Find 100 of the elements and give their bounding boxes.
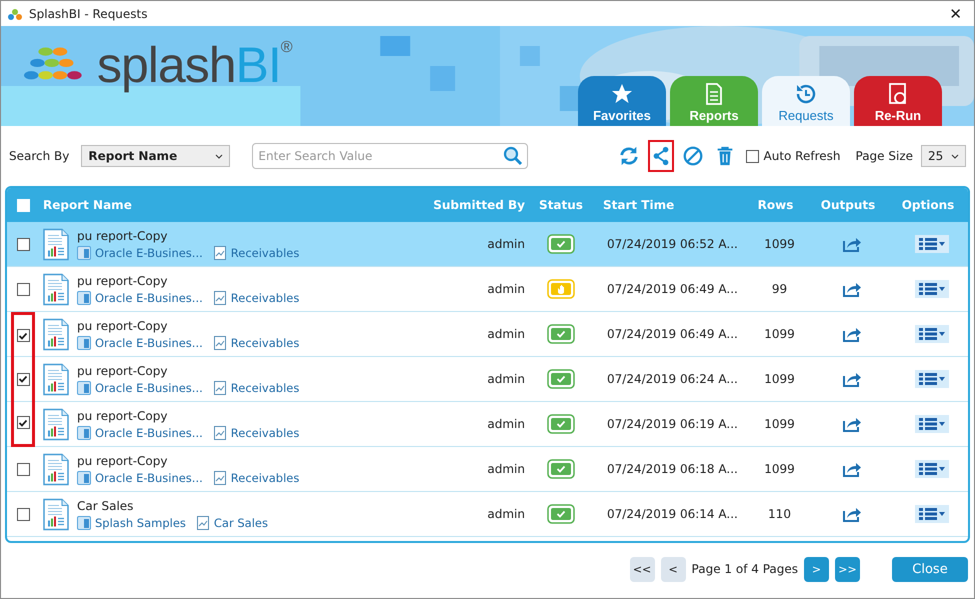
report-icon <box>43 498 69 530</box>
next-page-button[interactable]: > <box>804 556 829 582</box>
logo-text: splashBI$^{®}$ <box>97 40 292 90</box>
table-row[interactable]: pu report-Copy Oracle E-Busines... Receivables admin 07/24/2019 06:49 A... 99 <box>7 267 968 312</box>
caret-icon <box>951 154 959 158</box>
page-size-dropdown[interactable]: 25 <box>921 145 966 167</box>
row-checkbox[interactable] <box>16 508 30 520</box>
export-icon[interactable] <box>843 236 861 252</box>
options-menu-button[interactable] <box>915 505 949 523</box>
previous-page-button[interactable]: < <box>660 556 686 582</box>
report-category-icon <box>212 246 227 260</box>
list-menu-icon <box>918 372 946 386</box>
column-header: Options <box>902 198 954 212</box>
options-menu-button[interactable] <box>915 415 949 433</box>
report-name: pu report-Copy <box>77 228 168 242</box>
row-checkbox[interactable] <box>16 416 30 429</box>
data-source-icon <box>77 336 91 350</box>
report-icon <box>43 362 69 396</box>
list-menu-icon <box>918 282 946 296</box>
last-page-button[interactable]: >> <box>835 556 860 582</box>
auto-refresh-checkbox[interactable] <box>746 150 758 162</box>
export-icon[interactable] <box>843 416 861 432</box>
row-count: 1099 <box>764 417 795 431</box>
options-menu-button[interactable] <box>915 460 949 478</box>
tab-icon <box>610 82 634 106</box>
export-icon[interactable] <box>843 461 861 477</box>
window-title: SplashBI - Requests <box>29 6 148 20</box>
select-all-checkbox[interactable] <box>16 198 30 212</box>
start-time: 07/24/2019 06:49 A... <box>607 282 738 296</box>
report-category[interactable]: Receivables <box>230 380 300 394</box>
data-source[interactable]: Oracle E-Busines... <box>95 336 203 350</box>
close-button[interactable]: Close <box>892 556 968 582</box>
row-count: 99 <box>772 282 788 296</box>
search-icon[interactable] <box>503 146 524 166</box>
table-row[interactable]: pu report-Copy Oracle E-Busines... Receivables admin 07/24/2019 06:18 A... 1099 <box>7 447 968 492</box>
report-name: pu report-Copy <box>77 408 168 422</box>
report-category[interactable]: Receivables <box>230 426 300 440</box>
row-checkbox[interactable] <box>16 462 30 476</box>
start-time: 07/24/2019 06:14 A... <box>607 507 738 521</box>
data-source-icon <box>77 290 91 304</box>
data-source[interactable]: Oracle E-Busines... <box>95 246 203 260</box>
close-icon[interactable]: ✕ <box>949 4 962 22</box>
table-row[interactable]: Car Sales Splash Samples Car Sales admin 07/24/2019 06:14 A... 110 <box>7 492 968 537</box>
table-row[interactable]: pu report-Copy Oracle E-Busines... Receivables admin 07/24/2019 06:49 A... 1099 <box>7 312 968 357</box>
data-source[interactable]: Oracle E-Busines... <box>95 290 203 304</box>
options-menu-button[interactable] <box>915 370 949 388</box>
report-icon <box>43 452 69 486</box>
table-row[interactable]: pu report-Copy Oracle E-Busines... Receivables admin 07/24/2019 06:19 A... 1099 <box>7 402 968 447</box>
column-header: Status <box>539 198 583 212</box>
nav-tab[interactable]: Re-Run <box>854 76 942 126</box>
export-icon[interactable] <box>843 281 861 297</box>
row-count: 1099 <box>764 237 795 251</box>
table-row[interactable]: pu report-Copy Oracle E-Busines... Receivables admin 07/24/2019 06:24 A... 1099 <box>7 357 968 402</box>
start-time: 07/24/2019 06:24 A... <box>607 372 738 386</box>
row-count: 1099 <box>764 372 795 386</box>
options-menu-button[interactable] <box>915 325 949 343</box>
report-category-icon <box>196 516 210 530</box>
report-category[interactable]: Receivables <box>230 470 300 484</box>
data-source-icon <box>77 246 91 260</box>
data-source-icon <box>77 470 91 484</box>
report-name: pu report-Copy <box>77 318 168 332</box>
auto-refresh-label: Auto Refresh <box>764 149 840 163</box>
data-source[interactable]: Splash Samples <box>95 516 186 530</box>
report-category-icon <box>212 290 227 304</box>
column-header: Outputs <box>820 198 876 212</box>
export-icon[interactable] <box>843 371 861 387</box>
export-icon[interactable] <box>843 326 861 342</box>
submitted-by: admin <box>487 282 525 296</box>
search-field[interactable]: Enter Search Value <box>252 143 528 169</box>
report-category[interactable]: Receivables <box>230 246 300 260</box>
row-checkbox[interactable] <box>16 238 30 250</box>
first-page-button[interactable]: << <box>630 556 655 582</box>
data-source[interactable]: Oracle E-Busines... <box>95 426 203 440</box>
report-category[interactable]: Car Sales <box>214 516 268 530</box>
report-name: pu report-Copy <box>77 454 168 468</box>
row-checkbox[interactable] <box>16 372 30 386</box>
data-source[interactable]: Oracle E-Busines... <box>95 380 203 394</box>
cancel-icon <box>682 145 704 167</box>
export-icon[interactable] <box>843 506 861 522</box>
data-source-icon <box>77 426 91 440</box>
report-category-icon <box>212 336 227 350</box>
submitted-by: admin <box>487 462 525 476</box>
options-menu-button[interactable] <box>915 235 949 253</box>
row-checkbox[interactable] <box>16 282 30 296</box>
options-menu-button[interactable] <box>915 280 949 298</box>
start-time: 07/24/2019 06:19 A... <box>607 417 738 431</box>
report-icon <box>43 318 69 350</box>
data-source[interactable]: Oracle E-Busines... <box>95 470 203 484</box>
report-category[interactable]: Receivables <box>230 290 300 304</box>
table-row[interactable]: pu report-Copy Oracle E-Busines... Receivables admin 07/24/2019 06:52 A... 1099 <box>7 222 968 267</box>
row-checkbox[interactable] <box>16 329 30 342</box>
list-menu-icon <box>918 237 946 251</box>
row-count: 1099 <box>764 327 795 341</box>
nav-tab[interactable]: Requests <box>762 76 850 126</box>
search-by-dropdown[interactable]: Report Name <box>81 145 230 167</box>
list-menu-icon <box>918 462 946 476</box>
report-category[interactable]: Receivables <box>230 336 300 350</box>
report-name: pu report-Copy <box>77 274 168 288</box>
nav-tab[interactable]: Favorites <box>578 76 666 126</box>
toolbar-button[interactable] <box>648 140 674 172</box>
